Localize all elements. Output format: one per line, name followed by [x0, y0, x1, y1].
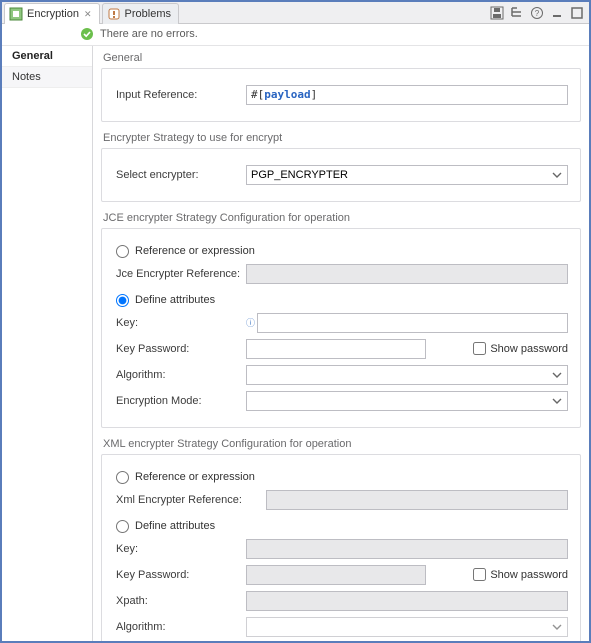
group-jce: Reference or expression Jce Encrypter Re…: [101, 228, 581, 428]
side-tab-notes[interactable]: Notes: [2, 67, 92, 88]
xml-show-password-wrap[interactable]: Show password: [473, 568, 568, 581]
label-input-reference: Input Reference:: [116, 89, 246, 101]
select-encrypter[interactable]: PGP_ENCRYPTER: [246, 165, 568, 185]
xml-ref-option-label: Reference or expression: [135, 471, 255, 483]
status-text: There are no errors.: [100, 28, 198, 40]
group-strategy: Select encrypter: PGP_ENCRYPTER: [101, 148, 581, 202]
tab-encryption[interactable]: Encryption ✕: [4, 3, 100, 24]
group-xml: Reference or expression Xml Encrypter Re…: [101, 454, 581, 641]
xml-show-password-checkbox[interactable]: [473, 568, 486, 581]
label-xml-reference: Xml Encrypter Reference:: [116, 494, 266, 506]
xml-algorithm-select: [246, 617, 568, 637]
editor-tab-bar: Encryption ✕ Problems ?: [2, 2, 589, 24]
encryption-icon: [9, 7, 23, 21]
xml-radio-define[interactable]: [116, 520, 129, 533]
label-xml-xpath: Xpath:: [116, 595, 246, 607]
form-content[interactable]: General Input Reference: #[payload] Encr…: [93, 46, 589, 641]
save-icon[interactable]: [488, 4, 505, 21]
xml-define-option-label: Define attributes: [135, 520, 215, 532]
validation-status: There are no errors.: [2, 24, 589, 46]
label-xml-key: Key:: [116, 543, 246, 555]
xml-key-field: [246, 539, 568, 559]
jce-radio-define[interactable]: [116, 294, 129, 307]
group-general: Input Reference: #[payload]: [101, 68, 581, 122]
label-jce-mode: Encryption Mode:: [116, 395, 246, 407]
label-jce-reference: Jce Encrypter Reference:: [116, 268, 246, 280]
editor-window: Encryption ✕ Problems ?: [0, 0, 591, 643]
label-select-encrypter: Select encrypter:: [116, 169, 246, 181]
ok-check-icon: [80, 27, 94, 41]
label-jce-key: Key:: [116, 317, 246, 329]
jce-ref-option-label: Reference or expression: [135, 245, 255, 257]
label-jce-key-password: Key Password:: [116, 343, 246, 355]
svg-text:?: ?: [534, 9, 539, 18]
side-tab-general[interactable]: General: [2, 46, 92, 67]
jce-show-password-wrap[interactable]: Show password: [473, 342, 568, 355]
help-icon[interactable]: ?: [528, 4, 545, 21]
xml-key-password-field: [246, 565, 426, 585]
maximize-icon[interactable]: [568, 4, 585, 21]
jce-radio-reference[interactable]: [116, 245, 129, 258]
input-reference-field[interactable]: #[payload]: [246, 85, 568, 105]
minimize-icon[interactable]: [548, 4, 565, 21]
label-xml-key-password: Key Password:: [116, 569, 246, 581]
label-jce-algorithm: Algorithm:: [116, 369, 246, 381]
jce-key-password-field[interactable]: [246, 339, 426, 359]
side-tabs: General Notes: [2, 46, 93, 641]
xml-xpath-field: [246, 591, 568, 611]
editor-body: General Notes General Input Reference: #…: [2, 46, 589, 641]
tab-label: Encryption: [27, 8, 79, 20]
group-title-strategy: Encrypter Strategy to use for encrypt: [103, 132, 579, 144]
problems-icon: [107, 7, 121, 21]
jce-mode-select[interactable]: [246, 391, 568, 411]
jce-key-field[interactable]: [257, 313, 568, 333]
jce-show-password-checkbox[interactable]: [473, 342, 486, 355]
tab-problems[interactable]: Problems: [102, 3, 179, 24]
info-icon: ⓘ: [246, 316, 255, 329]
group-title-jce: JCE encrypter Strategy Configuration for…: [103, 212, 579, 224]
toolbar-right: ?: [488, 4, 589, 21]
jce-show-password-label: Show password: [490, 343, 568, 355]
jce-reference-field: [246, 264, 568, 284]
label-xml-algorithm: Algorithm:: [116, 621, 246, 633]
group-title-general: General: [103, 52, 579, 64]
outline-icon[interactable]: [508, 4, 525, 21]
jce-algorithm-select[interactable]: [246, 365, 568, 385]
xml-reference-field: [266, 490, 568, 510]
xml-show-password-label: Show password: [490, 569, 568, 581]
group-title-xml: XML encrypter Strategy Configuration for…: [103, 438, 579, 450]
tab-label: Problems: [125, 8, 171, 20]
jce-define-option-label: Define attributes: [135, 294, 215, 306]
close-icon[interactable]: ✕: [84, 9, 92, 20]
xml-radio-reference[interactable]: [116, 471, 129, 484]
